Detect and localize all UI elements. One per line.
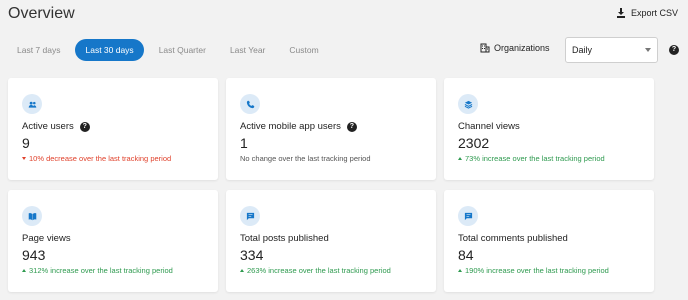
building-icon xyxy=(480,43,490,53)
stat-change: 10% decrease over the last tracking peri… xyxy=(22,154,171,163)
trend-down-icon xyxy=(22,157,26,160)
tab-last-quarter[interactable]: Last Quarter xyxy=(150,39,215,61)
organizations-label: Organizations xyxy=(494,43,550,53)
stat-label: Channel views xyxy=(458,121,520,132)
tab-last-7-days[interactable]: Last 7 days xyxy=(8,39,69,61)
stat-label-text: Active mobile app users xyxy=(240,121,341,132)
period-select[interactable]: Daily xyxy=(565,37,658,63)
stat-card-active-users: Active users ? 9 10% decrease over the l… xyxy=(8,78,218,180)
export-csv-label: Export CSV xyxy=(630,8,678,18)
chevron-down-icon xyxy=(645,48,651,52)
stat-change: 312% increase over the last tracking per… xyxy=(22,266,173,275)
tab-last-year[interactable]: Last Year xyxy=(221,39,274,61)
stat-label: Active mobile app users ? xyxy=(240,121,357,132)
stat-label-text: Channel views xyxy=(458,121,520,132)
stat-label-text: Page views xyxy=(22,233,71,244)
stat-change-text: 10% decrease over the last tracking peri… xyxy=(29,154,172,163)
help-icon[interactable]: ? xyxy=(346,121,357,132)
message-icon xyxy=(458,206,478,226)
users-icon xyxy=(22,94,42,114)
stat-change-text: 73% increase over the last tracking peri… xyxy=(465,154,605,163)
stat-change-text: 312% increase over the last tracking per… xyxy=(29,266,173,275)
tab-custom[interactable]: Custom xyxy=(280,39,327,61)
trend-up-icon xyxy=(458,269,462,272)
stat-value: 84 xyxy=(458,247,474,263)
stat-change-text: No change over the last tracking period xyxy=(240,154,371,163)
tab-last-30-days[interactable]: Last 30 days xyxy=(75,39,144,61)
export-csv-button[interactable]: Export CSV xyxy=(616,8,678,18)
stat-card-channel-views: Channel views 2302 73% increase over the… xyxy=(444,78,654,180)
trend-up-icon xyxy=(458,157,462,160)
organizations-button[interactable]: Organizations xyxy=(480,43,550,53)
stat-change-text: 263% increase over the last tracking per… xyxy=(247,266,391,275)
trend-up-icon xyxy=(22,269,26,272)
stat-change-text: 190% increase over the last tracking per… xyxy=(465,266,609,275)
layers-icon xyxy=(458,94,478,114)
stat-card-active-mobile-app-users: Active mobile app users ? 1 No change ov… xyxy=(226,78,436,180)
stat-label: Total posts published xyxy=(240,233,329,244)
stat-value: 2302 xyxy=(458,135,490,151)
trend-up-icon xyxy=(240,269,244,272)
stat-label-text: Total posts published xyxy=(240,233,329,244)
stat-label: Page views xyxy=(22,233,71,244)
stat-change: 190% increase over the last tracking per… xyxy=(458,266,609,275)
stat-value: 1 xyxy=(240,135,248,151)
stat-card-page-views: Page views 943 312% increase over the la… xyxy=(8,190,218,292)
stat-change: No change over the last tracking period xyxy=(240,154,371,163)
download-icon xyxy=(616,8,625,18)
period-select-value: Daily xyxy=(572,45,593,55)
stat-label: Total comments published xyxy=(458,233,568,244)
stat-label: Active users ? xyxy=(22,121,90,132)
stat-value: 943 xyxy=(22,247,46,263)
date-range-tabs: Last 7 days Last 30 days Last Quarter La… xyxy=(8,39,334,61)
phone-icon xyxy=(240,94,260,114)
stat-change: 263% increase over the last tracking per… xyxy=(240,266,391,275)
help-icon[interactable]: ? xyxy=(79,121,90,132)
message-icon xyxy=(240,206,260,226)
book-icon xyxy=(22,206,42,226)
page-title: Overview xyxy=(8,5,75,22)
stat-card-total-posts-published: Total posts published 334 263% increase … xyxy=(226,190,436,292)
stat-card-total-comments-published: Total comments published 84 190% increas… xyxy=(444,190,654,292)
stat-label-text: Active users xyxy=(22,121,74,132)
stat-value: 9 xyxy=(22,135,30,151)
stat-change: 73% increase over the last tracking peri… xyxy=(458,154,605,163)
help-icon[interactable]: ? xyxy=(669,45,679,55)
stat-value: 334 xyxy=(240,247,264,263)
stat-label-text: Total comments published xyxy=(458,233,568,244)
